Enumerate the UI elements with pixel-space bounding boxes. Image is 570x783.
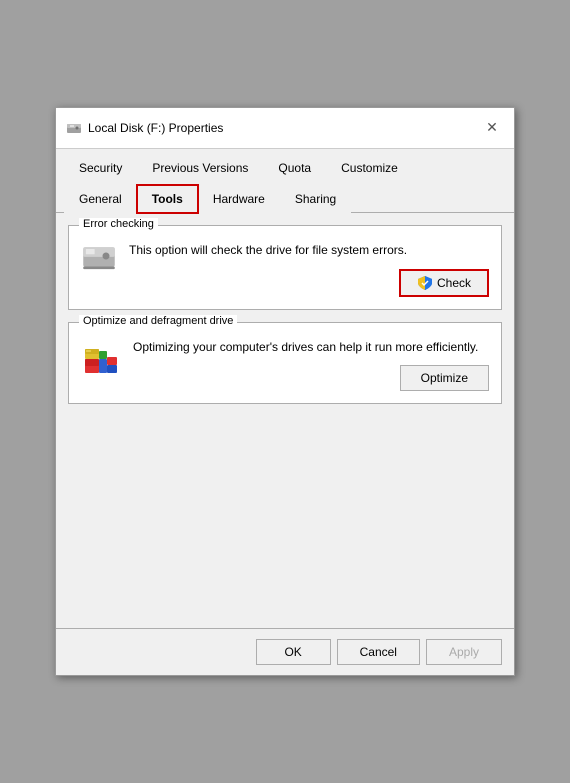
error-checking-description: This option will check the drive for fil…: [129, 242, 489, 259]
title-bar-left: Local Disk (F:) Properties: [66, 120, 223, 136]
tab-customize[interactable]: Customize: [326, 154, 413, 181]
optimize-label: Optimize and defragment drive: [79, 315, 237, 327]
optimize-button-row: Optimize: [133, 365, 489, 391]
bottom-bar: OK Cancel Apply: [56, 628, 514, 675]
error-checking-button-row: Check: [129, 269, 489, 297]
apply-button[interactable]: Apply: [426, 639, 502, 665]
tab-security[interactable]: Security: [64, 154, 137, 181]
tab-sharing[interactable]: Sharing: [280, 185, 351, 213]
error-checking-group: Error checking This option will check th…: [68, 225, 502, 310]
error-checking-text-area: This option will check the drive for fil…: [129, 242, 489, 297]
shield-icon: [417, 275, 433, 291]
cancel-button[interactable]: Cancel: [337, 639, 420, 665]
check-button-label: Check: [437, 276, 471, 290]
check-button[interactable]: Check: [399, 269, 489, 297]
tabs-container: Security Previous Versions Quota Customi…: [56, 149, 514, 213]
tab-hardware[interactable]: Hardware: [198, 185, 280, 213]
optimize-text-area: Optimizing your computer's drives can he…: [133, 339, 489, 392]
optimize-description: Optimizing your computer's drives can he…: [133, 339, 489, 356]
content-spacer: [56, 428, 514, 628]
tab-previous-versions[interactable]: Previous Versions: [137, 154, 263, 181]
drive-icon: [81, 242, 117, 270]
optimize-button[interactable]: Optimize: [400, 365, 489, 391]
properties-window: Local Disk (F:) Properties ✕ Security Pr…: [55, 107, 515, 677]
close-button[interactable]: ✕: [480, 116, 504, 140]
disk-icon: [66, 120, 82, 136]
tab-content: Error checking This option will check th…: [56, 213, 514, 429]
ok-button[interactable]: OK: [256, 639, 331, 665]
error-checking-content: This option will check the drive for fil…: [81, 242, 489, 297]
optimize-content: Optimizing your computer's drives can he…: [81, 339, 489, 392]
tabs-row-1: Security Previous Versions Quota Customi…: [56, 149, 514, 180]
optimize-group: Optimize and defragment drive: [68, 322, 502, 405]
tab-general[interactable]: General: [64, 185, 137, 213]
window-title: Local Disk (F:) Properties: [88, 121, 223, 135]
tab-quota[interactable]: Quota: [263, 154, 326, 181]
title-bar: Local Disk (F:) Properties ✕: [56, 108, 514, 149]
error-checking-label: Error checking: [79, 218, 158, 230]
tabs-row-2: General Tools Hardware Sharing: [56, 180, 514, 213]
tab-tools[interactable]: Tools: [137, 185, 198, 213]
defrag-icon: [81, 339, 121, 379]
